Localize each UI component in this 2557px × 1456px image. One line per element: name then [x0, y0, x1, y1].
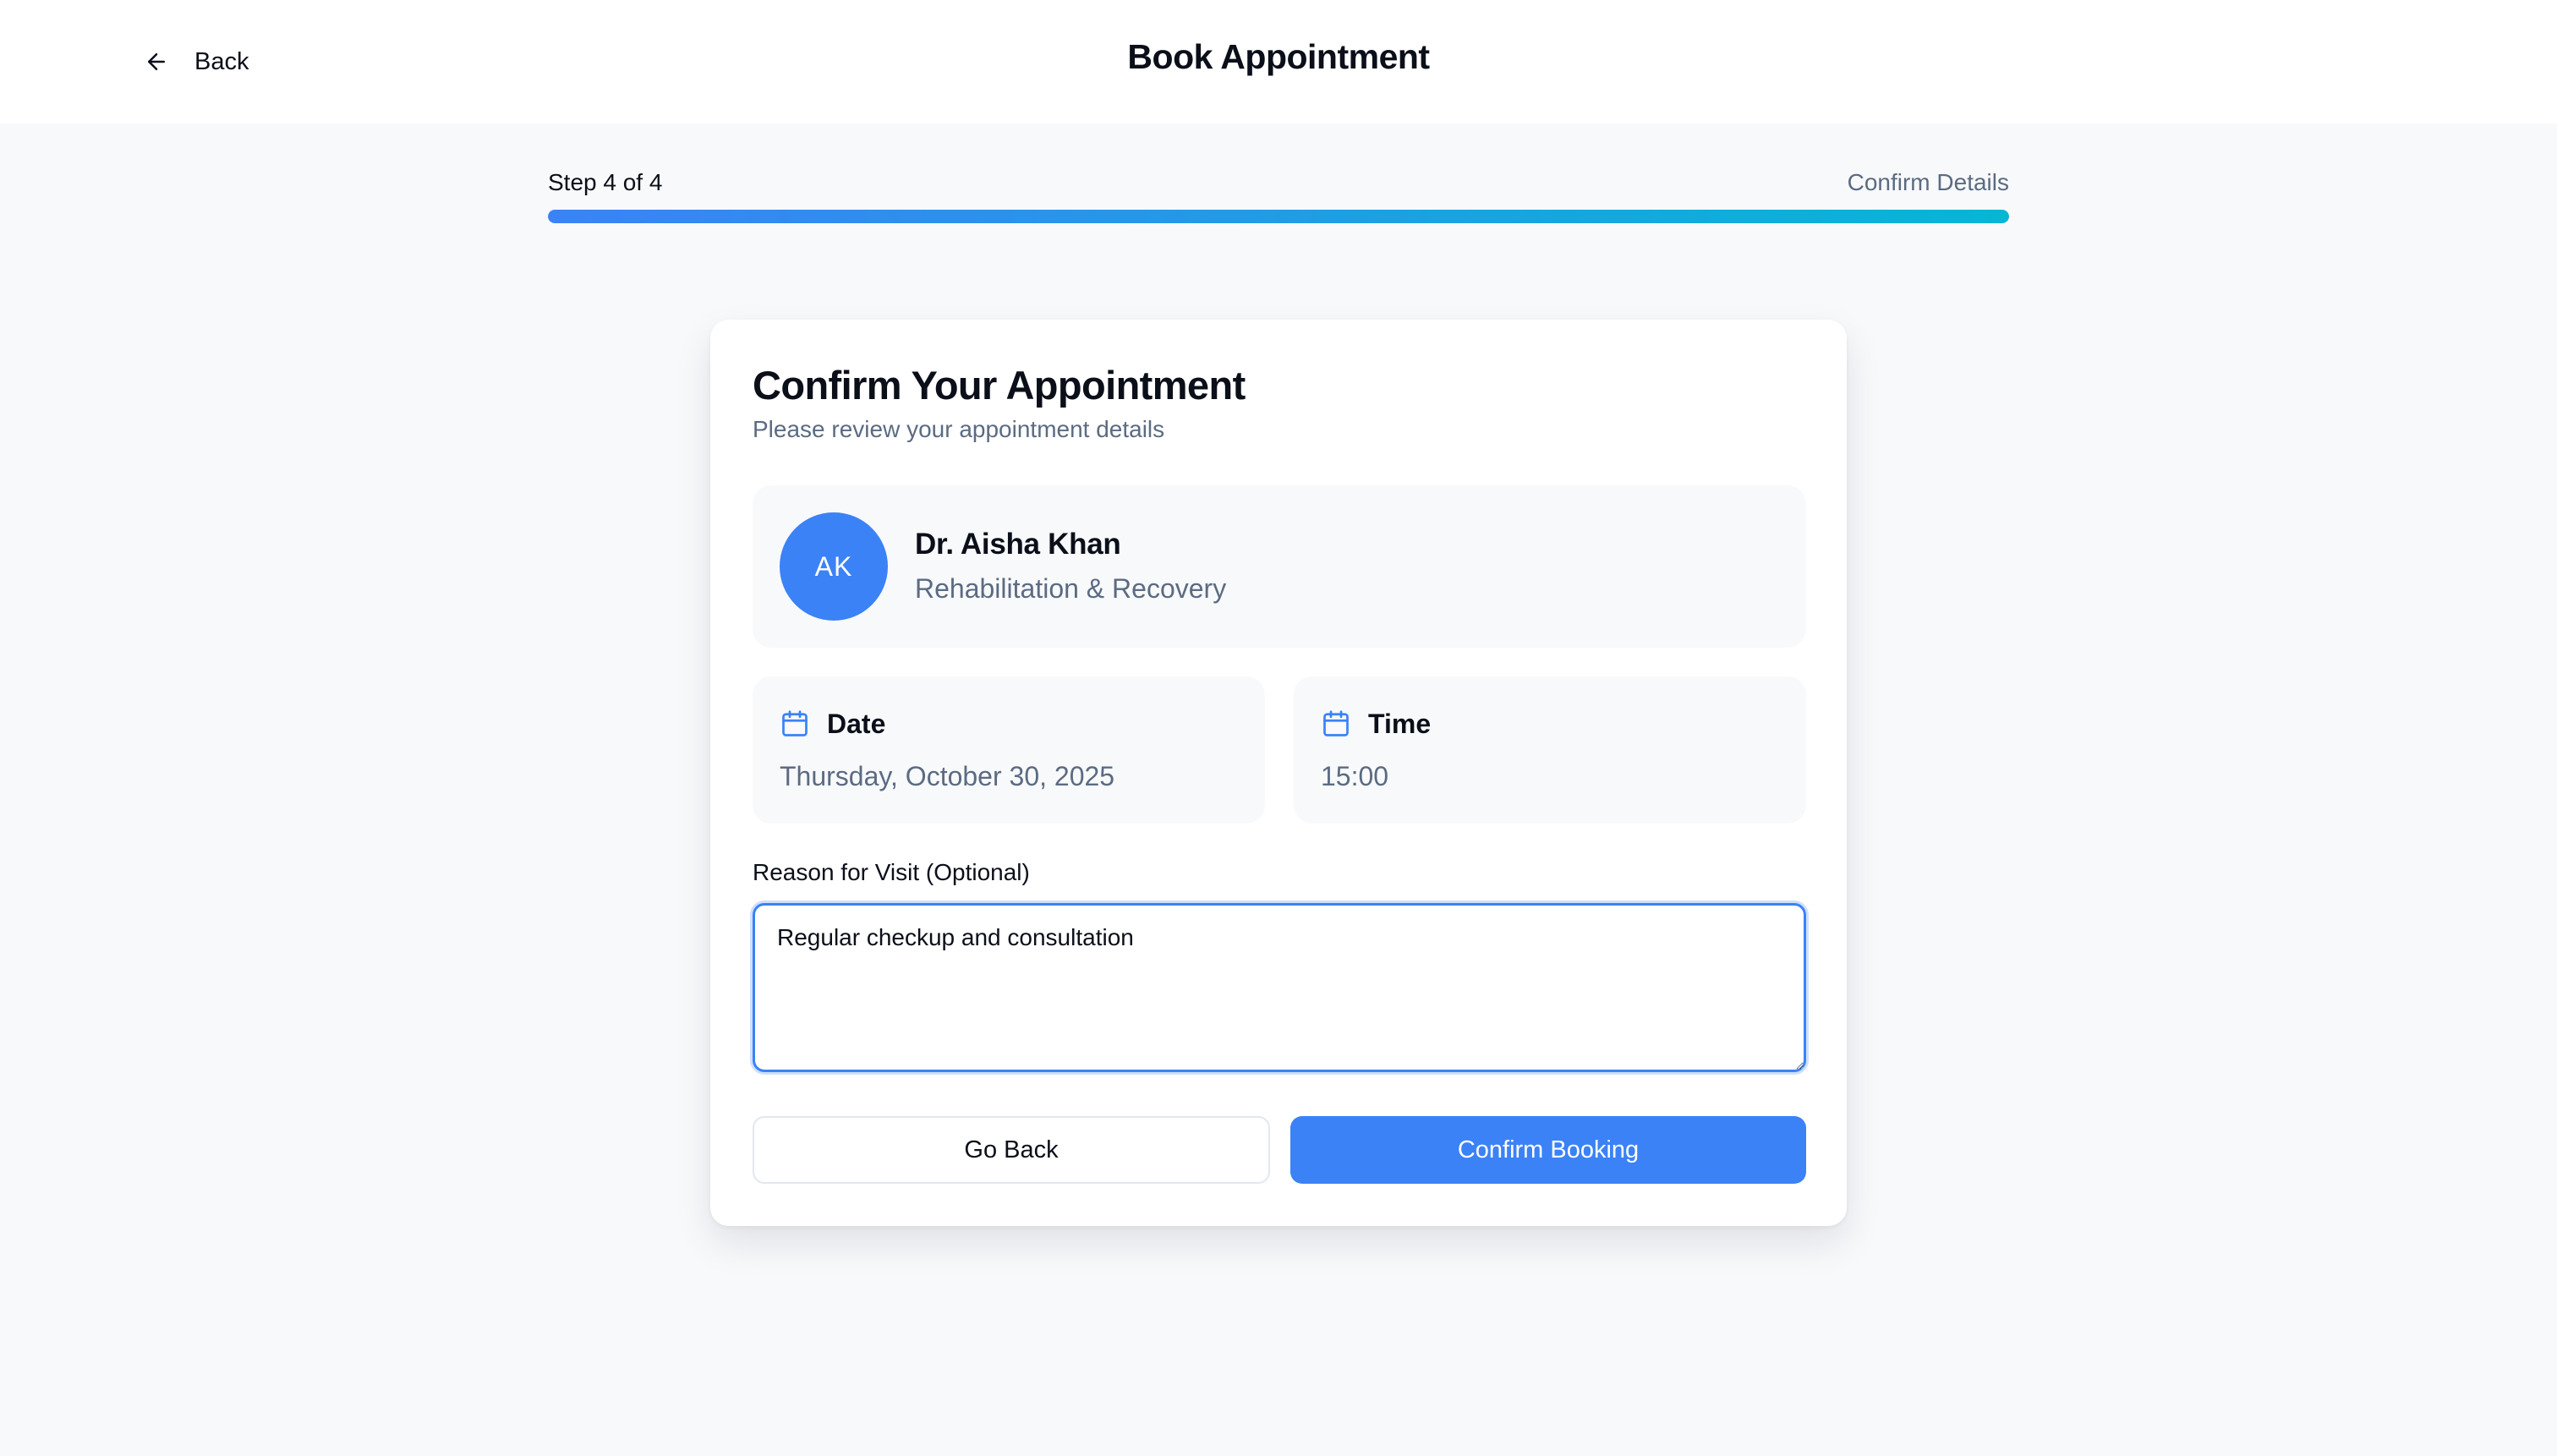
progress-bar: [548, 210, 2009, 223]
time-summary: Time 15:00: [1294, 676, 1806, 824]
time-label: Time: [1368, 708, 1432, 739]
confirm-booking-button[interactable]: Confirm Booking: [1290, 1116, 1806, 1184]
avatar: AK: [780, 512, 888, 621]
step-counter: Step 4 of 4: [548, 169, 663, 195]
progress-bar-fill: [548, 210, 2009, 223]
go-back-button[interactable]: Go Back: [753, 1116, 1270, 1184]
reason-label: Reason for Visit (Optional): [753, 859, 1030, 885]
card-subtitle: Please review your appointment details: [753, 416, 1165, 442]
card-title: Confirm Your Appointment: [753, 363, 1246, 408]
page-title: Book Appointment: [1127, 37, 1430, 76]
confirm-card: Confirm Your Appointment Please review y…: [710, 320, 1847, 1226]
progress-section: Step 4 of 4 Confirm Details: [548, 166, 2009, 223]
step-name: Confirm Details: [1847, 169, 2009, 195]
doctor-specialty: Rehabilitation & Recovery: [915, 573, 1227, 604]
date-summary: Date Thursday, October 30, 2025: [753, 676, 1265, 824]
doctor-name: Dr. Aisha Khan: [915, 528, 1121, 561]
date-value: Thursday, October 30, 2025: [780, 761, 1115, 791]
doctor-summary: AK Dr. Aisha Khan Rehabilitation & Recov…: [753, 485, 1806, 648]
date-label: Date: [827, 708, 886, 739]
top-bar: Back Book Appointment: [0, 0, 2557, 123]
book-appointment-page: Back Book Appointment Step 4 of 4 Confir…: [0, 0, 2557, 1456]
time-value: 15:00: [1321, 761, 1389, 791]
reason-textarea[interactable]: Regular checkup and consultation: [753, 903, 1806, 1072]
calendar-icon: [1323, 710, 1349, 736]
calendar-icon: [782, 710, 808, 736]
